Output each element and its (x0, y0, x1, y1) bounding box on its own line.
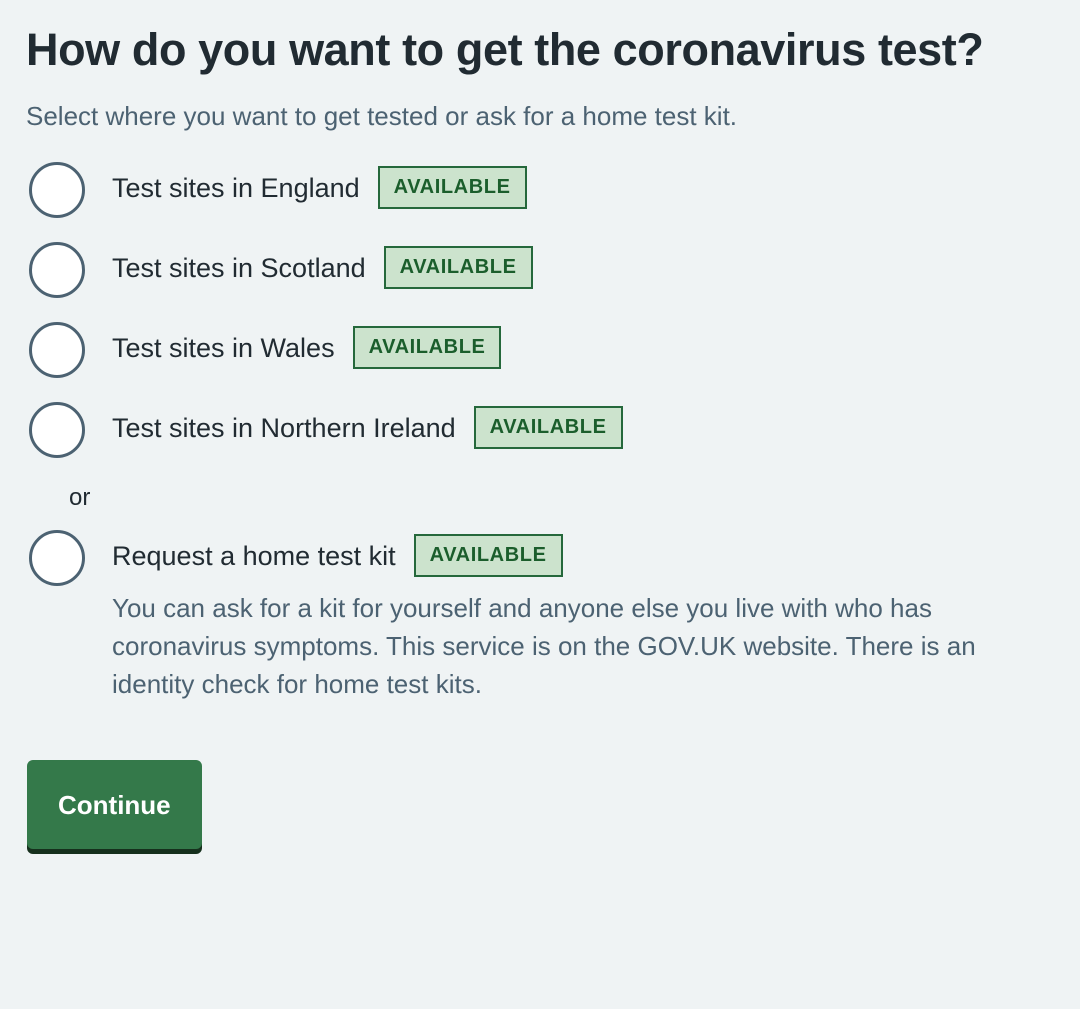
availability-badge: AVAILABLE (377, 166, 527, 210)
radio-option-label: Request a home test kit (112, 540, 396, 571)
radio-option-label: Test sites in England (112, 172, 360, 203)
radio-option-line: Test sites in Wales AVAILABLE (112, 320, 1054, 376)
radio-option-label: Test sites in Northern Ireland (112, 412, 456, 443)
availability-badge: AVAILABLE (473, 406, 623, 450)
availability-badge: AVAILABLE (383, 246, 533, 290)
radio-option-label: Test sites in Wales (112, 332, 335, 363)
form-actions: Continue (26, 759, 1054, 849)
radio-button-icon[interactable] (29, 321, 85, 378)
page-subtitle: Select where you want to get tested or a… (26, 100, 738, 131)
page-title: How do you want to get the coronavirus t… (26, 24, 984, 75)
radio-button-icon[interactable] (29, 241, 85, 298)
availability-badge: AVAILABLE (413, 534, 563, 578)
test-selection-page: How do you want to get the coronavirus t… (0, 0, 1080, 1009)
radio-option-label: Test sites in Scotland (112, 252, 366, 283)
radio-option-line: Test sites in Northern Ireland AVAILABLE (112, 400, 1054, 456)
availability-badge: AVAILABLE (352, 326, 502, 370)
radio-option-hint: You can ask for a kit for yourself and a… (112, 592, 976, 699)
radio-option-home-test-kit[interactable]: Request a home test kit AVAILABLE You ca… (26, 528, 1054, 704)
test-option-radio-group: Test sites in England AVAILABLE Test sit… (26, 160, 1054, 704)
radio-button-icon[interactable] (29, 161, 85, 218)
radio-option-test-sites-england[interactable]: Test sites in England AVAILABLE (26, 160, 1054, 230)
radio-option-line: Test sites in Scotland AVAILABLE (112, 240, 1054, 296)
radio-option-test-sites-scotland[interactable]: Test sites in Scotland AVAILABLE (26, 240, 1054, 310)
radio-option-test-sites-wales[interactable]: Test sites in Wales AVAILABLE (26, 320, 1054, 390)
radio-button-icon[interactable] (29, 529, 85, 586)
radio-button-icon[interactable] (29, 401, 85, 458)
radio-or-divider: or (69, 483, 91, 511)
radio-option-test-sites-northern-ireland[interactable]: Test sites in Northern Ireland AVAILABLE (26, 400, 1054, 470)
radio-option-line: Test sites in England AVAILABLE (112, 160, 1054, 216)
radio-option-line: Request a home test kit AVAILABLE (112, 528, 1054, 584)
continue-button[interactable]: Continue (27, 759, 202, 849)
